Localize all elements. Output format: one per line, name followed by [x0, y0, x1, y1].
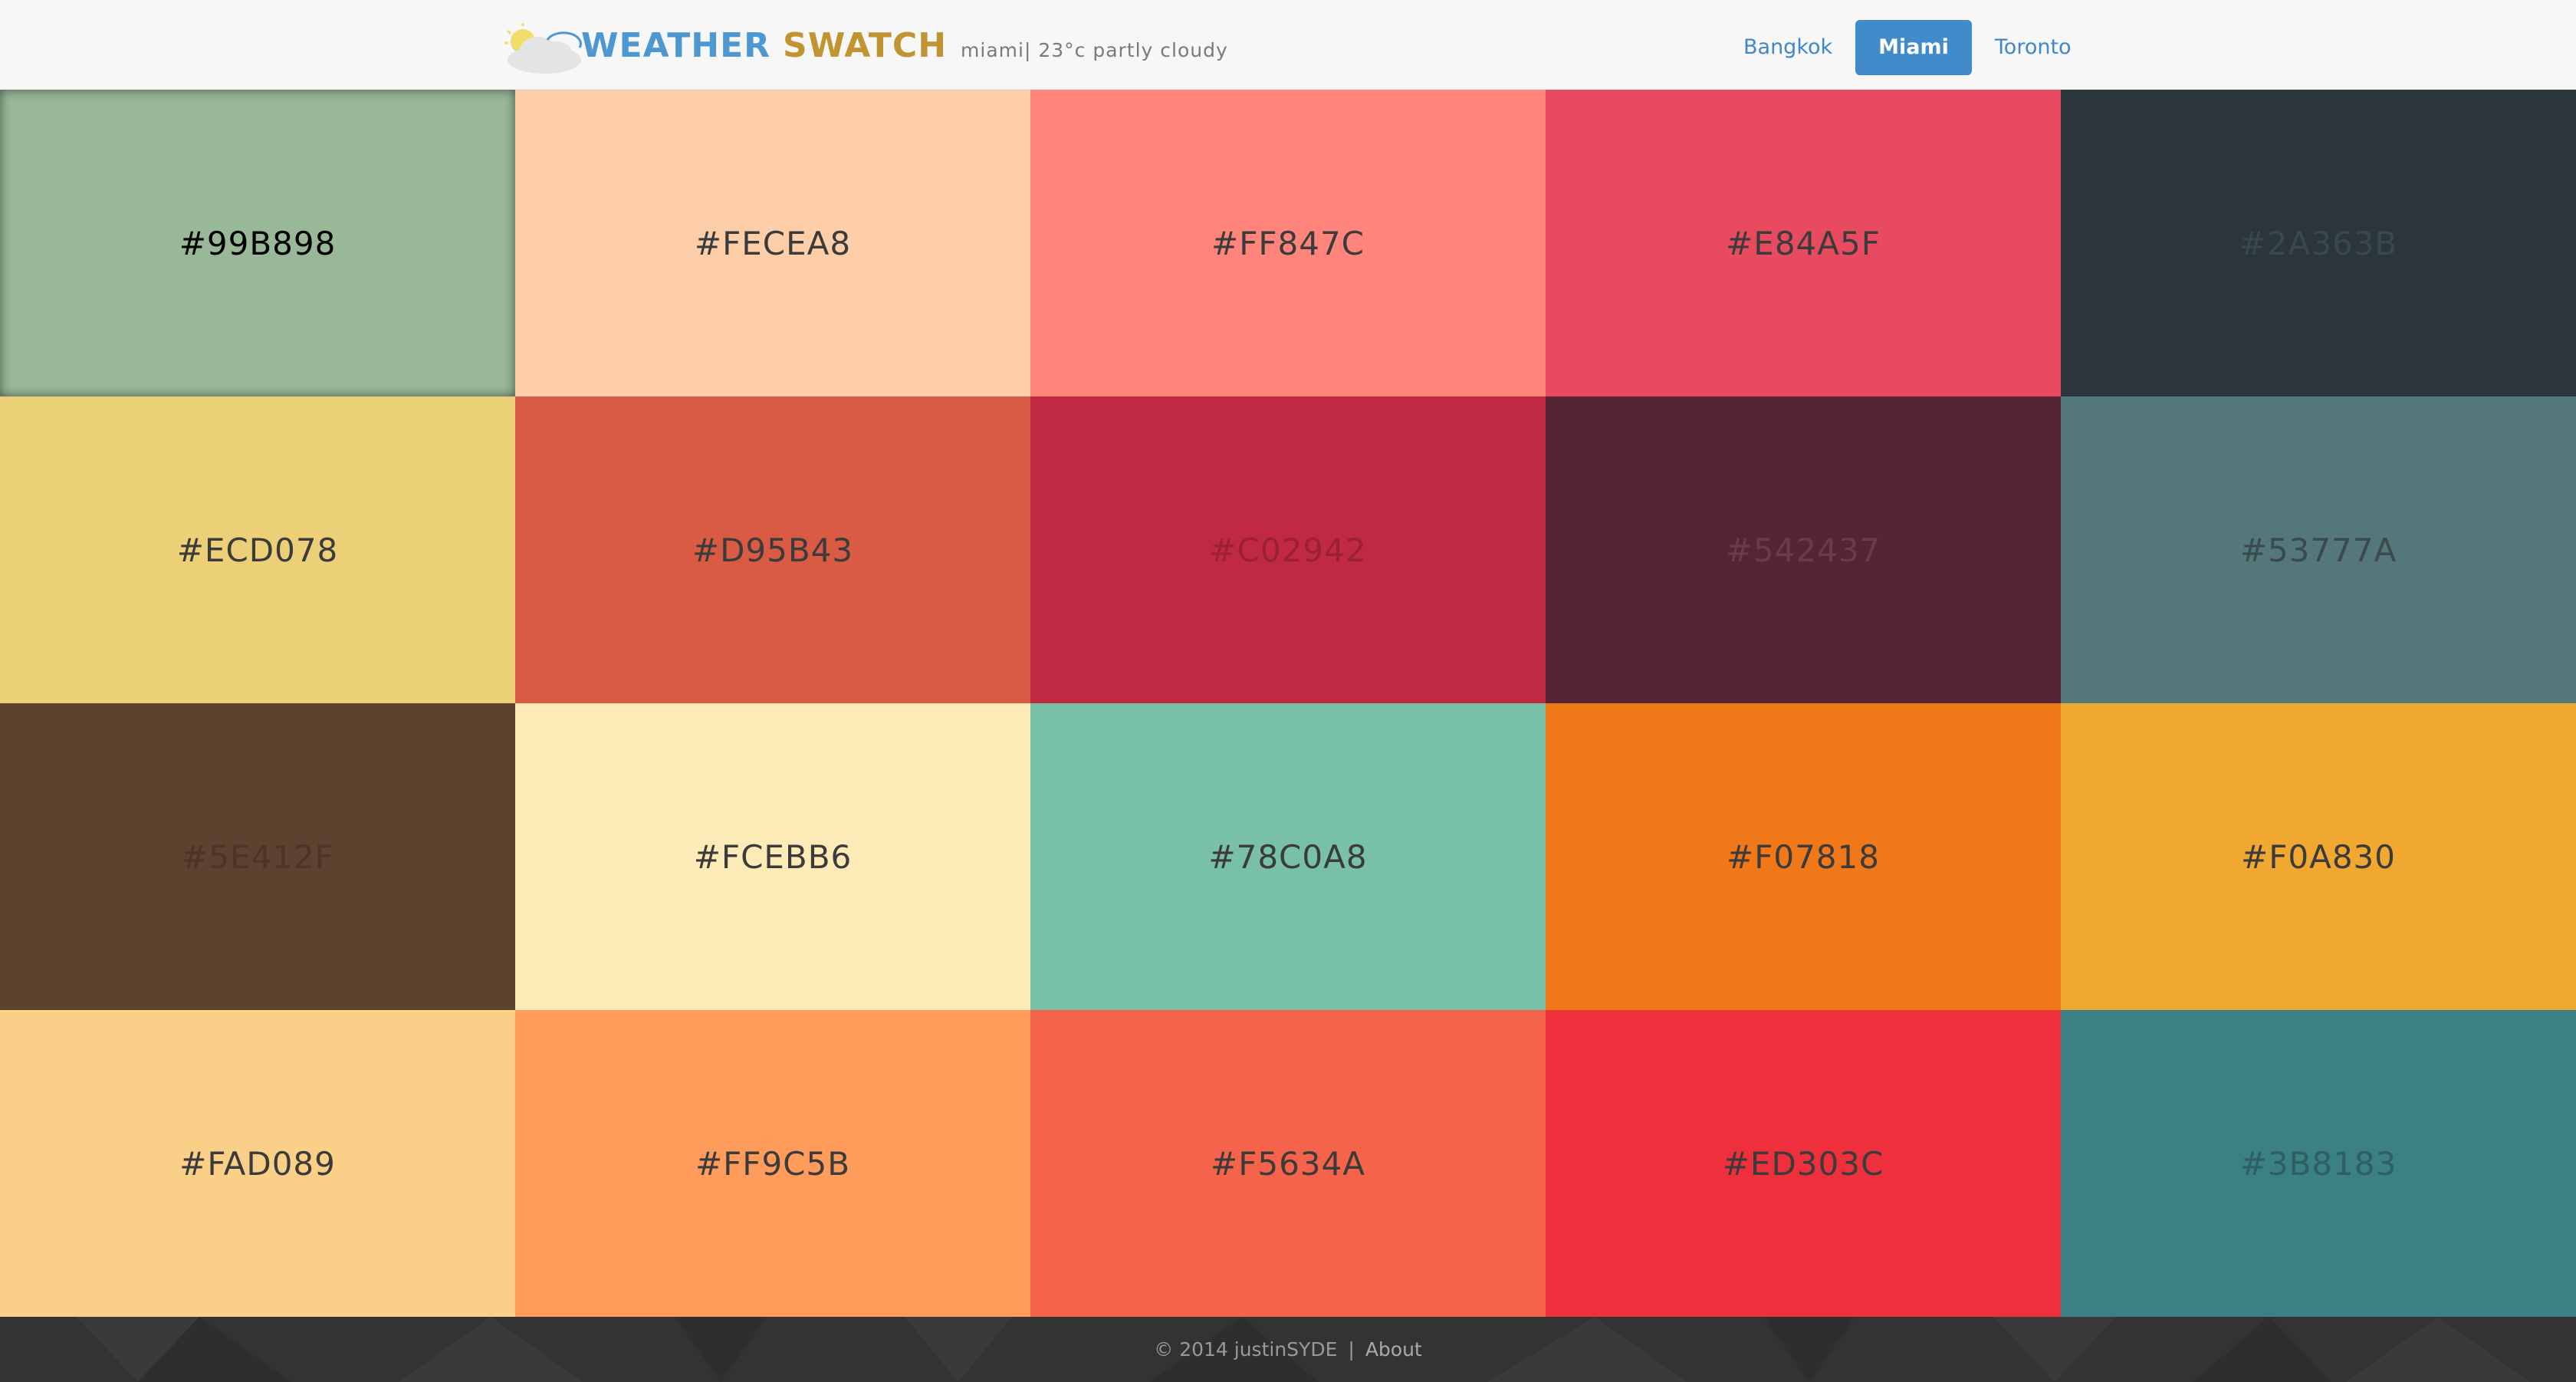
- swatch-hex-label: #F07818: [1727, 837, 1880, 876]
- about-link[interactable]: About: [1365, 1338, 1422, 1361]
- swatch-tile[interactable]: #3B8183: [2061, 1010, 2576, 1317]
- swatch-tile[interactable]: #FECEA8: [515, 90, 1030, 397]
- swatch-tile[interactable]: #78C0A8: [1030, 703, 1546, 1010]
- copyright: © 2014 justinSYDE: [1154, 1338, 1338, 1361]
- swatch-hex-label: #99B898: [179, 224, 337, 262]
- swatch-tile[interactable]: #D95B43: [515, 397, 1030, 703]
- swatch-tile[interactable]: #5E412F: [0, 703, 515, 1010]
- swatch-tile[interactable]: #53777A: [2061, 397, 2576, 703]
- swatch-tile[interactable]: #FAD089: [0, 1010, 515, 1317]
- swatch-hex-label: #FF9C5B: [695, 1144, 851, 1183]
- swatch-tile[interactable]: #F0A830: [2061, 703, 2576, 1010]
- swatch-tile[interactable]: #ED303C: [1546, 1010, 2061, 1317]
- swatch-hex-label: #2A363B: [2239, 224, 2398, 262]
- swatch-hex-label: #78C0A8: [1208, 837, 1368, 876]
- swatch-hex-label: #F0A830: [2241, 837, 2396, 876]
- swatch-tile[interactable]: #542437: [1546, 397, 2061, 703]
- swatch-hex-label: #53777A: [2239, 531, 2397, 569]
- city-nav: Bangkok Miami Toronto: [1720, 20, 2095, 75]
- footer: © 2014 justinSYDE | About: [0, 1317, 2576, 1382]
- swatch-hex-label: #C02942: [1209, 531, 1367, 569]
- swatch-hex-label: #5E412F: [181, 837, 334, 876]
- swatch-hex-label: #FCEBB6: [693, 837, 853, 876]
- brand[interactable]: WEATHER SWATCH miami| 23°c partly cloudy: [500, 17, 1228, 75]
- nav-item-bangkok[interactable]: Bangkok: [1720, 20, 1855, 75]
- swatch-hex-label: #F5634A: [1211, 1144, 1365, 1183]
- partly-cloudy-icon: [504, 23, 582, 74]
- swatch-grid: #99B898 #FECEA8 #FF847C #E84A5F #2A363B …: [0, 90, 2576, 1317]
- swatch-hex-label: #ECD078: [176, 531, 339, 569]
- swatch-tile[interactable]: #99B898: [0, 90, 515, 397]
- swatch-hex-label: #FECEA8: [694, 224, 852, 262]
- swatch-tile[interactable]: #ECD078: [0, 397, 515, 703]
- swatch-hex-label: #E84A5F: [1726, 224, 1881, 262]
- swatch-hex-label: #3B8183: [2239, 1144, 2397, 1183]
- swatch-hex-label: #D95B43: [692, 531, 854, 569]
- swatch-tile[interactable]: #E84A5F: [1546, 90, 2061, 397]
- swatch-tile[interactable]: #F5634A: [1030, 1010, 1546, 1317]
- swatch-hex-label: #ED303C: [1722, 1144, 1884, 1183]
- swatch-tile[interactable]: #F07818: [1546, 703, 2061, 1010]
- swatch-tile[interactable]: #2A363B: [2061, 90, 2576, 397]
- footer-separator: |: [1348, 1338, 1355, 1361]
- swatch-tile[interactable]: #C02942: [1030, 397, 1546, 703]
- footer-text: © 2014 justinSYDE | About: [0, 1317, 2576, 1382]
- brand-title-swatch: SWATCH: [783, 26, 948, 65]
- swatch-tile[interactable]: #FF847C: [1030, 90, 1546, 397]
- swatch-hex-label: #FAD089: [179, 1144, 336, 1183]
- swatch-hex-label: #542437: [1725, 531, 1881, 569]
- nav-item-toronto[interactable]: Toronto: [1972, 20, 2095, 75]
- swatch-hex-label: #FF847C: [1211, 224, 1365, 262]
- weather-summary: miami| 23°c partly cloudy: [961, 38, 1228, 61]
- swatch-tile[interactable]: #FCEBB6: [515, 703, 1030, 1010]
- brand-title-weather: WEATHER: [581, 26, 771, 65]
- navbar: WEATHER SWATCH miami| 23°c partly cloudy…: [0, 0, 2576, 90]
- swatch-tile[interactable]: #FF9C5B: [515, 1010, 1030, 1317]
- nav-item-miami[interactable]: Miami: [1855, 20, 1972, 75]
